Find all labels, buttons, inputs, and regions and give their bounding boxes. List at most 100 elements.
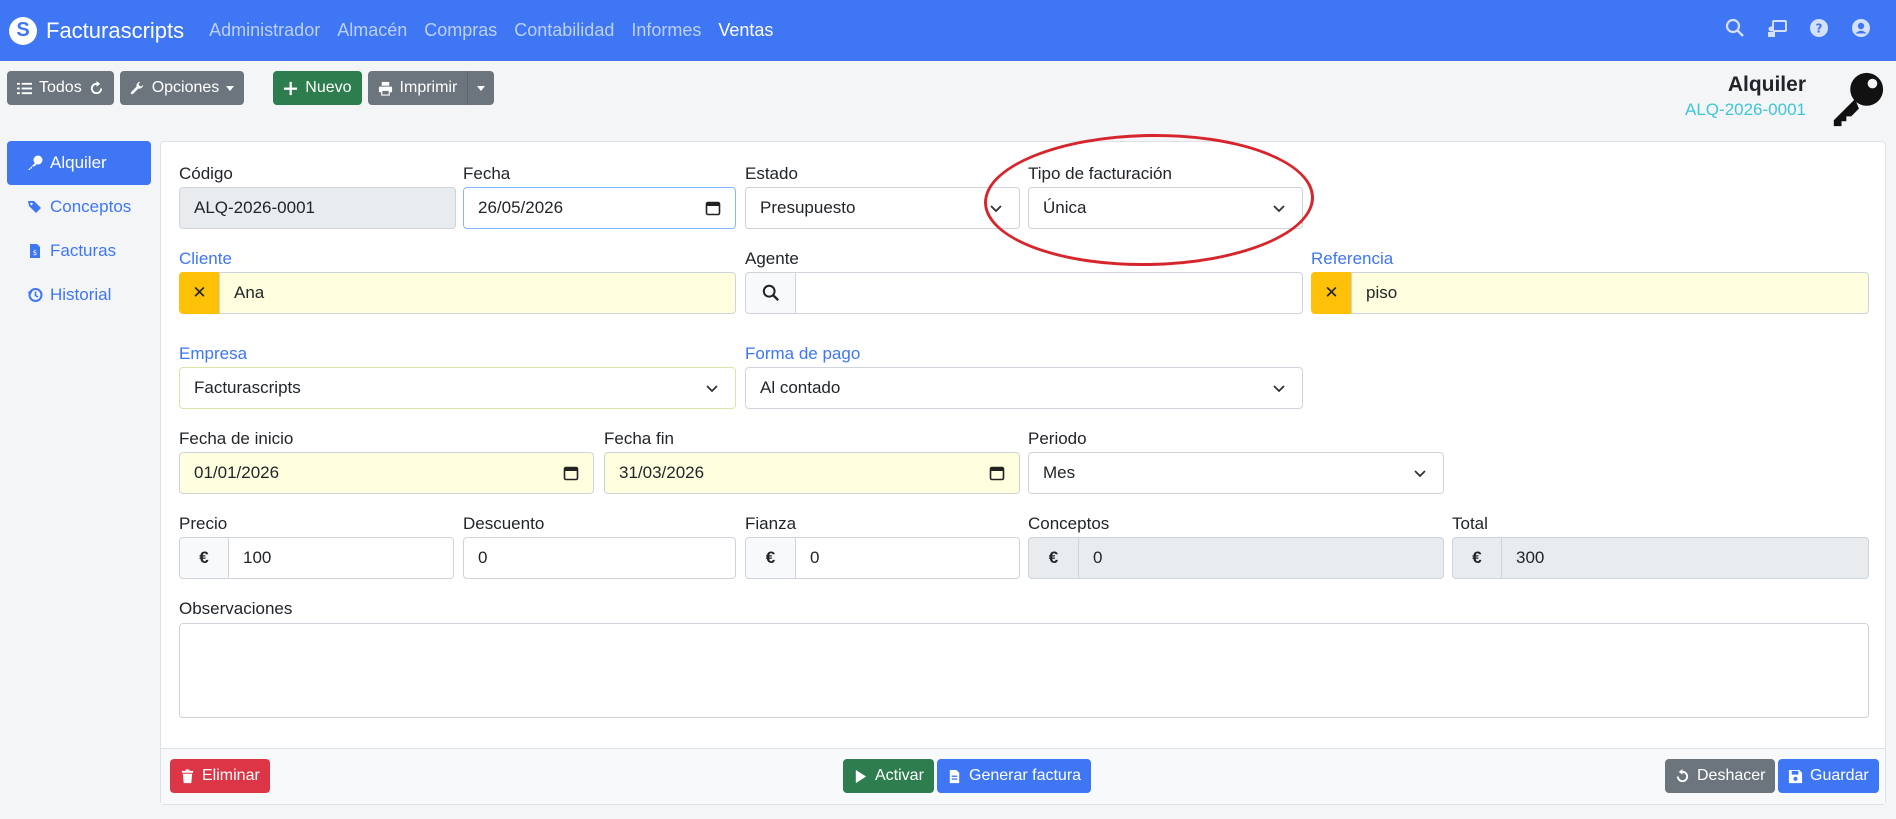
imprimir-button[interactable]: Imprimir bbox=[367, 71, 468, 105]
conceptos-total-value: 0 bbox=[1093, 548, 1103, 567]
euro-icon: € bbox=[199, 548, 209, 567]
chevron-down-icon bbox=[706, 385, 718, 393]
menu-informes[interactable]: Informes bbox=[631, 20, 701, 41]
clear-referencia-button[interactable]: ✕ bbox=[1311, 272, 1352, 314]
currency-addon: € bbox=[1028, 537, 1079, 579]
fecha-fin-label: Fecha fin bbox=[604, 429, 674, 448]
estado-label: Estado bbox=[745, 164, 798, 183]
menu-contabilidad[interactable]: Contabilidad bbox=[514, 20, 614, 41]
history-icon bbox=[27, 288, 43, 302]
empresa-select[interactable]: Facturascripts bbox=[179, 367, 736, 409]
invoice-icon: $ bbox=[30, 244, 40, 258]
print-icon bbox=[378, 81, 392, 96]
chevron-down-icon bbox=[1414, 470, 1426, 478]
precio-field[interactable]: 100 bbox=[228, 537, 454, 579]
list-icon bbox=[17, 82, 32, 94]
total-field: 300 bbox=[1501, 537, 1869, 579]
fecha-inicio-label: Fecha de inicio bbox=[179, 429, 294, 448]
calendar-icon[interactable] bbox=[705, 200, 721, 216]
brand-name: Facturascripts bbox=[46, 17, 185, 43]
imprimir-dropdown-button[interactable] bbox=[467, 71, 495, 105]
deshacer-label: Deshacer bbox=[1697, 767, 1766, 784]
fecha-label: Fecha bbox=[463, 164, 511, 183]
codigo-field[interactable]: ALQ-2026-0001 bbox=[179, 187, 456, 229]
sidenav-item-historial[interactable]: Historial bbox=[7, 273, 151, 317]
user-icon[interactable] bbox=[1850, 17, 1872, 39]
referencia-label[interactable]: Referencia bbox=[1311, 249, 1393, 269]
activar-label: Activar bbox=[875, 767, 924, 784]
periodo-label: Periodo bbox=[1028, 429, 1087, 448]
close-icon: ✕ bbox=[192, 283, 207, 302]
forma-pago-label[interactable]: Forma de pago bbox=[745, 344, 860, 364]
empresa-label[interactable]: Empresa bbox=[179, 344, 247, 364]
sidenav-item-label: Facturas bbox=[50, 241, 117, 260]
observaciones-label: Observaciones bbox=[179, 599, 293, 618]
eliminar-label: Eliminar bbox=[202, 767, 260, 784]
fianza-field[interactable]: 0 bbox=[795, 537, 1020, 579]
precio-label: Precio bbox=[179, 514, 228, 533]
menu-ventas[interactable]: Ventas bbox=[718, 20, 773, 41]
activar-button[interactable]: Activar bbox=[843, 759, 934, 793]
fecha-value: 26/05/2026 bbox=[478, 198, 564, 217]
referencia-field[interactable]: piso bbox=[1351, 272, 1869, 314]
codigo-value: ALQ-2026-0001 bbox=[194, 198, 315, 217]
cliente-value: Ana bbox=[234, 283, 265, 302]
form-footer: Eliminar Activar Generar factura Deshace… bbox=[161, 748, 1885, 804]
search-icon[interactable] bbox=[1724, 17, 1746, 39]
clear-cliente-button[interactable]: ✕ bbox=[179, 272, 220, 314]
opciones-button[interactable]: Opciones bbox=[119, 71, 245, 105]
tipo-facturacion-label: Tipo de facturación bbox=[1028, 164, 1172, 183]
tipo-facturacion-select[interactable]: Única bbox=[1028, 187, 1303, 229]
search-agente-button[interactable] bbox=[745, 272, 796, 314]
cliente-label[interactable]: Cliente bbox=[179, 249, 232, 269]
fecha-fin-field[interactable]: 31/03/2026 bbox=[604, 452, 1020, 494]
svg-text:$: $ bbox=[33, 249, 37, 257]
sidenav-item-conceptos[interactable]: Conceptos bbox=[7, 185, 151, 229]
nuevo-button[interactable]: Nuevo bbox=[273, 71, 362, 105]
document-header: Alquiler ALQ-2026-0001 bbox=[1685, 73, 1806, 120]
menu-almacen[interactable]: Almacén bbox=[337, 20, 407, 41]
chevron-down-icon bbox=[1273, 205, 1285, 213]
menu-administrador[interactable]: Administrador bbox=[209, 20, 320, 41]
sidenav-item-facturas[interactable]: $ Facturas bbox=[7, 229, 151, 273]
referencia-value: piso bbox=[1366, 283, 1398, 302]
play-icon bbox=[855, 769, 867, 783]
form-card: Código ALQ-2026-0001 Fecha 26/05/2026 Es… bbox=[160, 141, 1886, 805]
main-menu: Administrador Almacén Compras Contabilid… bbox=[209, 20, 790, 41]
todos-label: Todos bbox=[39, 79, 82, 96]
presentation-icon[interactable] bbox=[1766, 17, 1788, 39]
key-icon bbox=[28, 155, 43, 170]
conceptos-total-field: 0 bbox=[1078, 537, 1444, 579]
fecha-inicio-field[interactable]: 01/01/2026 bbox=[179, 452, 594, 494]
currency-addon: € bbox=[1452, 537, 1502, 579]
precio-value: 100 bbox=[243, 548, 272, 567]
total-value: 300 bbox=[1516, 548, 1545, 567]
fecha-fin-value: 31/03/2026 bbox=[619, 463, 705, 482]
eliminar-button[interactable]: Eliminar bbox=[170, 759, 270, 793]
deshacer-button[interactable]: Deshacer bbox=[1665, 759, 1776, 793]
generar-factura-label: Generar factura bbox=[969, 767, 1082, 784]
calendar-icon[interactable] bbox=[563, 465, 579, 481]
periodo-select[interactable]: Mes bbox=[1028, 452, 1444, 494]
generar-factura-button[interactable]: Generar factura bbox=[937, 759, 1092, 793]
agente-field[interactable] bbox=[795, 272, 1303, 314]
brand[interactable]: S Facturascripts bbox=[9, 16, 185, 45]
cliente-field[interactable]: Ana bbox=[219, 272, 736, 314]
save-icon bbox=[1788, 769, 1803, 783]
help-icon[interactable]: ? bbox=[1808, 17, 1830, 39]
close-icon: ✕ bbox=[1324, 283, 1339, 302]
observaciones-textarea[interactable] bbox=[179, 623, 1869, 718]
forma-pago-select[interactable]: Al contado bbox=[745, 367, 1303, 409]
sidenav-item-alquiler[interactable]: Alquiler bbox=[7, 141, 151, 185]
menu-compras[interactable]: Compras bbox=[424, 20, 497, 41]
guardar-button[interactable]: Guardar bbox=[1778, 759, 1879, 793]
estado-select[interactable]: Presupuesto bbox=[745, 187, 1020, 229]
nuevo-label: Nuevo bbox=[305, 79, 352, 96]
fecha-inicio-value: 01/01/2026 bbox=[194, 463, 280, 482]
todos-button[interactable]: Todos bbox=[7, 71, 114, 105]
top-navbar: S Facturascripts Administrador Almacén C… bbox=[0, 0, 1896, 61]
descuento-field[interactable]: 0 bbox=[463, 537, 736, 579]
fecha-field[interactable]: 26/05/2026 bbox=[463, 187, 736, 229]
calendar-icon[interactable] bbox=[989, 465, 1005, 481]
euro-icon: € bbox=[765, 548, 776, 567]
